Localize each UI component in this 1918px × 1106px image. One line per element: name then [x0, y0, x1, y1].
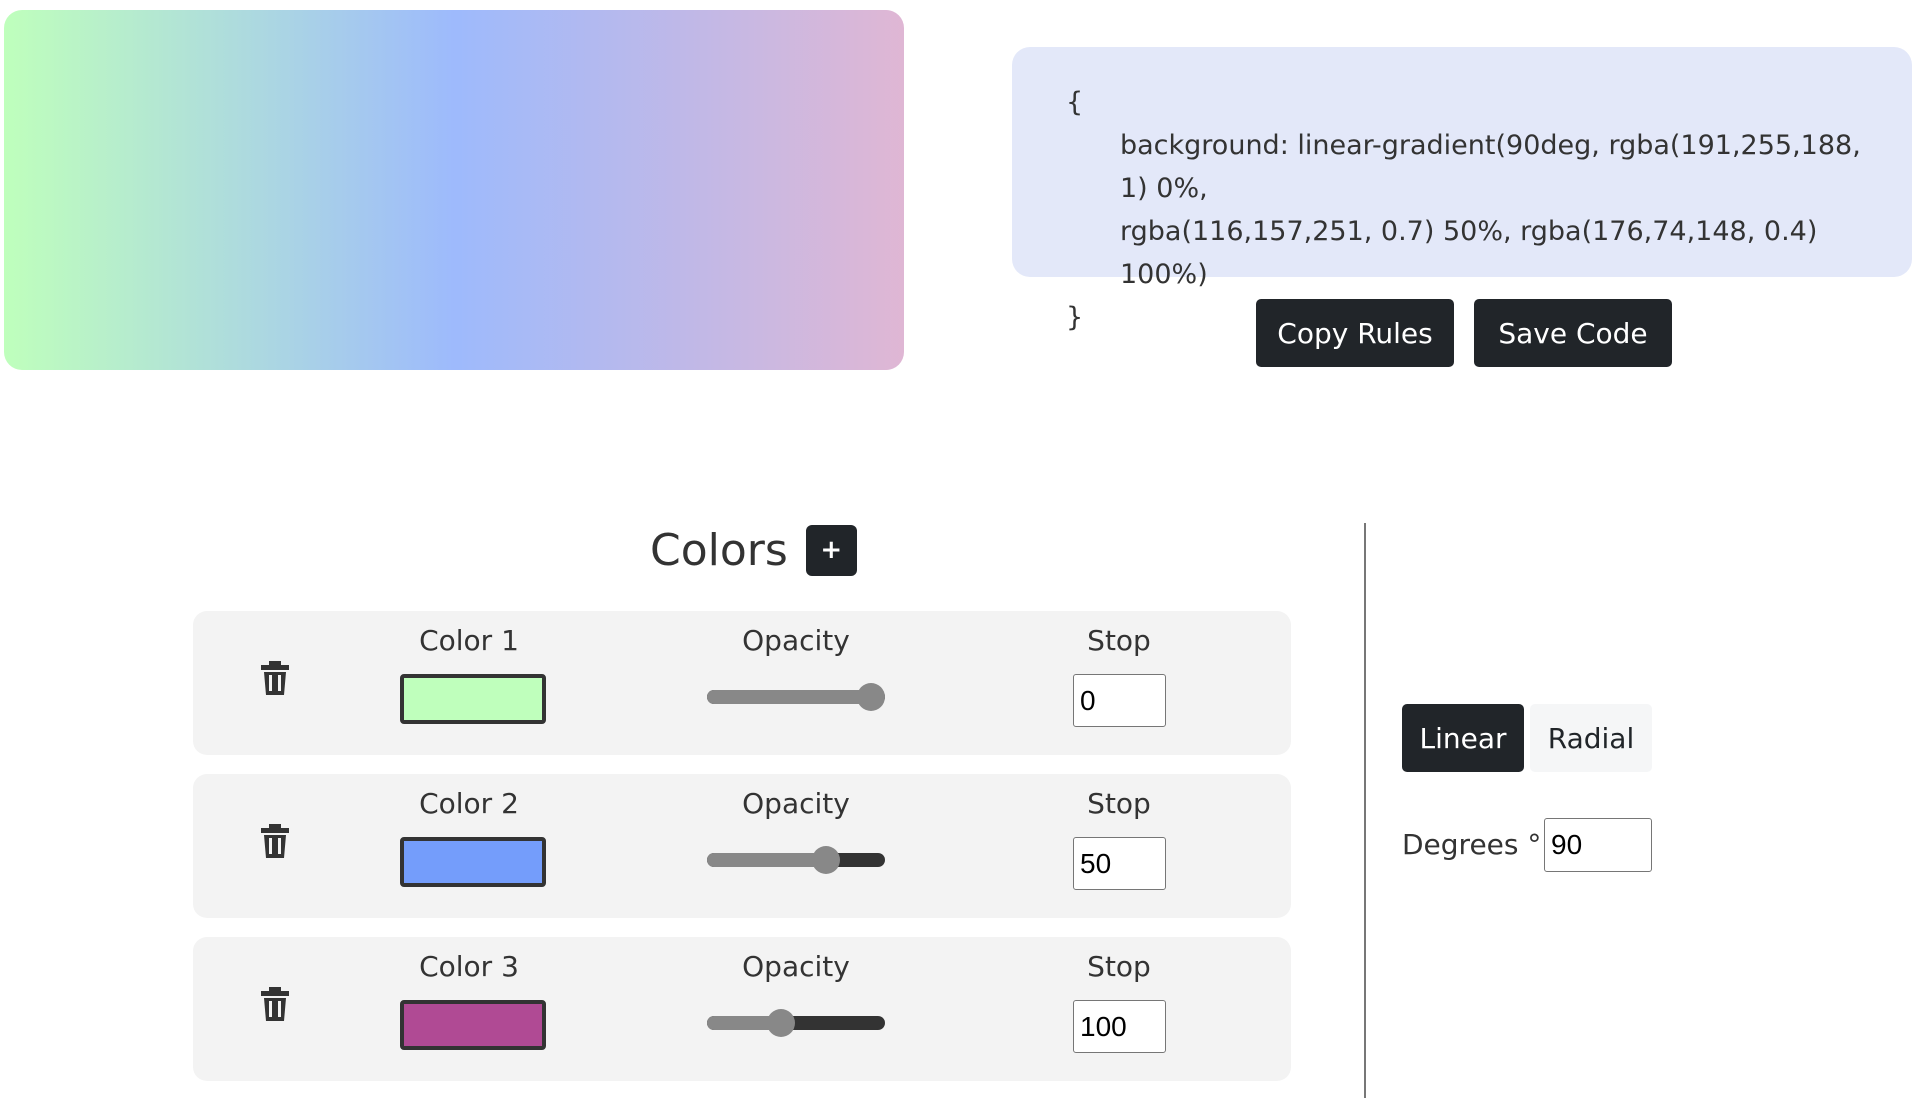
trash-icon[interactable] — [260, 824, 290, 858]
opacity-label: Opacity — [742, 950, 850, 983]
color-swatch[interactable] — [400, 674, 546, 724]
stop-input[interactable] — [1073, 1000, 1166, 1053]
opacity-slider-fill — [707, 853, 826, 867]
linear-type-button[interactable]: Linear — [1402, 704, 1524, 772]
section-divider — [1364, 523, 1366, 1098]
plus-icon: + — [820, 535, 843, 565]
opacity-slider-fill — [707, 690, 871, 704]
code-open-brace: { — [1066, 87, 1084, 118]
color-swatch[interactable] — [400, 837, 546, 887]
opacity-slider-thumb[interactable] — [857, 683, 885, 711]
stop-label: Stop — [1087, 950, 1151, 983]
color-label: Color 1 — [419, 624, 519, 657]
radial-type-button[interactable]: Radial — [1530, 704, 1652, 772]
gradient-preview — [4, 10, 904, 370]
stop-label: Stop — [1087, 787, 1151, 820]
code-line-1: background: linear-gradient(90deg, rgba(… — [1120, 130, 1861, 204]
copy-rules-button[interactable]: Copy Rules — [1256, 299, 1454, 367]
color-label: Color 3 — [419, 950, 519, 983]
color-label: Color 2 — [419, 787, 519, 820]
code-line-2: rgba(116,157,251, 0.7) 50%, rgba(176,74,… — [1120, 216, 1818, 290]
color-row: Color 3 Opacity Stop — [193, 937, 1291, 1081]
colors-header: Colors + — [650, 520, 857, 580]
stop-input[interactable] — [1073, 674, 1166, 727]
opacity-slider-thumb[interactable] — [767, 1009, 795, 1037]
degrees-input[interactable] — [1544, 818, 1652, 872]
degrees-label: Degrees ° — [1402, 828, 1542, 861]
save-code-button[interactable]: Save Code — [1474, 299, 1672, 367]
gradient-type-toggle: Linear Radial — [1402, 704, 1652, 772]
stop-input[interactable] — [1073, 837, 1166, 890]
opacity-slider[interactable] — [707, 1009, 885, 1037]
code-close-brace: } — [1066, 302, 1084, 333]
colors-title: Colors — [650, 524, 788, 576]
opacity-label: Opacity — [742, 787, 850, 820]
opacity-slider[interactable] — [707, 846, 885, 874]
add-color-button[interactable]: + — [805, 524, 857, 576]
opacity-label: Opacity — [742, 624, 850, 657]
color-row: Color 1 Opacity Stop — [193, 611, 1291, 755]
trash-icon[interactable] — [260, 987, 290, 1021]
stop-label: Stop — [1087, 624, 1151, 657]
opacity-slider-thumb[interactable] — [812, 846, 840, 874]
css-code-box: { background: linear-gradient(90deg, rgb… — [1012, 47, 1912, 333]
trash-icon[interactable] — [260, 661, 290, 695]
color-swatch[interactable] — [400, 1000, 546, 1050]
opacity-slider[interactable] — [707, 683, 885, 711]
color-row: Color 2 Opacity Stop — [193, 774, 1291, 918]
